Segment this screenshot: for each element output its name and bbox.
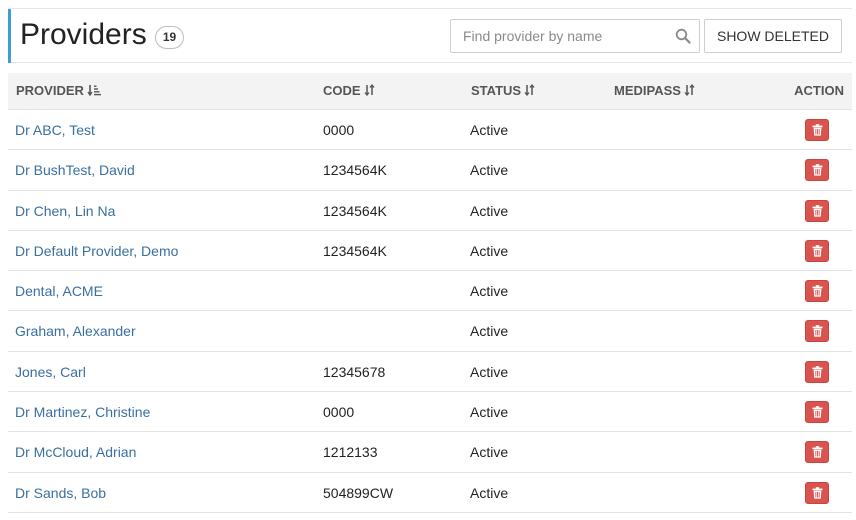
sort-icon bbox=[364, 74, 375, 110]
search-box bbox=[450, 19, 700, 53]
provider-status: Active bbox=[470, 202, 509, 219]
column-header-action: ACTION bbox=[794, 83, 844, 98]
table-row: Dr ABC, Test 0000 Active bbox=[8, 110, 852, 151]
provider-name-link[interactable]: Dr ABC, Test bbox=[15, 110, 95, 150]
sort-icon bbox=[684, 74, 695, 110]
provider-code: 0000 bbox=[323, 122, 355, 138]
search-icon[interactable] bbox=[675, 28, 691, 44]
provider-code: 1234564K bbox=[323, 162, 387, 179]
provider-name-link[interactable]: Dr Sands, Bob bbox=[15, 473, 106, 513]
column-header-code-label: CODE bbox=[323, 83, 361, 98]
provider-status: Active bbox=[470, 122, 509, 138]
provider-code: 12345678 bbox=[323, 363, 386, 380]
table-row: Dr BushTest, David 1234564K Active bbox=[8, 150, 852, 191]
provider-name-link[interactable]: Dr BushTest, David bbox=[15, 150, 135, 190]
provider-code: 1234564K bbox=[323, 202, 387, 219]
provider-name-link[interactable]: Dental, ACME bbox=[15, 271, 103, 311]
column-header-status-label: STATUS bbox=[471, 83, 522, 98]
search-input[interactable] bbox=[451, 20, 669, 52]
provider-status: Active bbox=[470, 484, 509, 501]
table-row: Dr Default Provider, Demo 1234564K Active bbox=[8, 231, 852, 272]
delete-provider-button[interactable] bbox=[805, 481, 829, 504]
provider-status: Active bbox=[470, 363, 509, 380]
page-header: Providers 19 SHOW DELETED bbox=[8, 8, 852, 63]
provider-status: Active bbox=[470, 323, 509, 340]
provider-code: 1234564K bbox=[323, 242, 387, 259]
delete-provider-button[interactable] bbox=[805, 320, 829, 343]
provider-name-link[interactable]: Dr Martinez, Christine bbox=[15, 392, 150, 432]
table-row: Graham, Alexander Active bbox=[8, 311, 852, 352]
provider-status: Active bbox=[470, 404, 509, 421]
header-accent-bar bbox=[8, 9, 11, 63]
delete-provider-button[interactable] bbox=[805, 441, 829, 464]
delete-provider-button[interactable] bbox=[805, 401, 829, 424]
provider-name-link[interactable]: Dr Chen, Lin Na bbox=[15, 191, 115, 231]
provider-status: Active bbox=[470, 283, 509, 300]
column-header-provider[interactable]: PROVIDER bbox=[16, 73, 101, 109]
column-header-status[interactable]: STATUS bbox=[471, 73, 535, 109]
delete-provider-button[interactable] bbox=[805, 199, 829, 222]
provider-status: Active bbox=[470, 162, 509, 179]
provider-name-link[interactable]: Dr Default Provider, Demo bbox=[15, 231, 178, 271]
provider-code: 504899CW bbox=[323, 484, 394, 501]
providers-table-body: Dr ABC, Test 0000 Active Dr BushTest, David… bbox=[8, 110, 852, 513]
page-title: Providers bbox=[20, 18, 147, 51]
column-header-medipass-label: MEDIPASS bbox=[614, 83, 681, 98]
delete-provider-button[interactable] bbox=[805, 159, 829, 182]
column-header-medipass[interactable]: MEDIPASS bbox=[614, 73, 695, 109]
provider-name-link[interactable]: Dr McCloud, Adrian bbox=[15, 432, 136, 472]
table-row: Jones, Carl 12345678 Active bbox=[8, 352, 852, 393]
table-row: Dr Sands, Bob 504899CW Active bbox=[8, 473, 852, 513]
providers-page: Providers 19 SHOW DELETED PROVIDER bbox=[0, 0, 856, 520]
provider-code: 1212133 bbox=[323, 444, 378, 461]
provider-count-badge: 19 bbox=[155, 26, 184, 49]
provider-name-link[interactable]: Jones, Carl bbox=[15, 352, 86, 392]
sort-icon bbox=[524, 74, 535, 110]
delete-provider-button[interactable] bbox=[805, 360, 829, 383]
provider-status: Active bbox=[470, 242, 509, 259]
delete-provider-button[interactable] bbox=[805, 119, 829, 141]
column-header-code[interactable]: CODE bbox=[323, 73, 375, 109]
delete-provider-button[interactable] bbox=[805, 280, 829, 303]
table-header: PROVIDER CODE STATUS MEDIPASS ACTION bbox=[8, 73, 852, 110]
table-row: Dr Chen, Lin Na 1234564K Active bbox=[8, 191, 852, 231]
column-header-provider-label: PROVIDER bbox=[16, 83, 84, 98]
provider-code: 0000 bbox=[323, 404, 355, 421]
table-row: Dental, ACME Active bbox=[8, 271, 852, 312]
table-row: Dr Martinez, Christine 0000 Active bbox=[8, 392, 852, 433]
sort-amount-asc-icon bbox=[87, 74, 101, 110]
provider-name-link[interactable]: Graham, Alexander bbox=[15, 311, 136, 351]
provider-status: Active bbox=[470, 444, 509, 461]
delete-provider-button[interactable] bbox=[805, 239, 829, 262]
table-row: Dr McCloud, Adrian 1212133 Active bbox=[8, 432, 852, 473]
show-deleted-button[interactable]: SHOW DELETED bbox=[704, 19, 842, 53]
